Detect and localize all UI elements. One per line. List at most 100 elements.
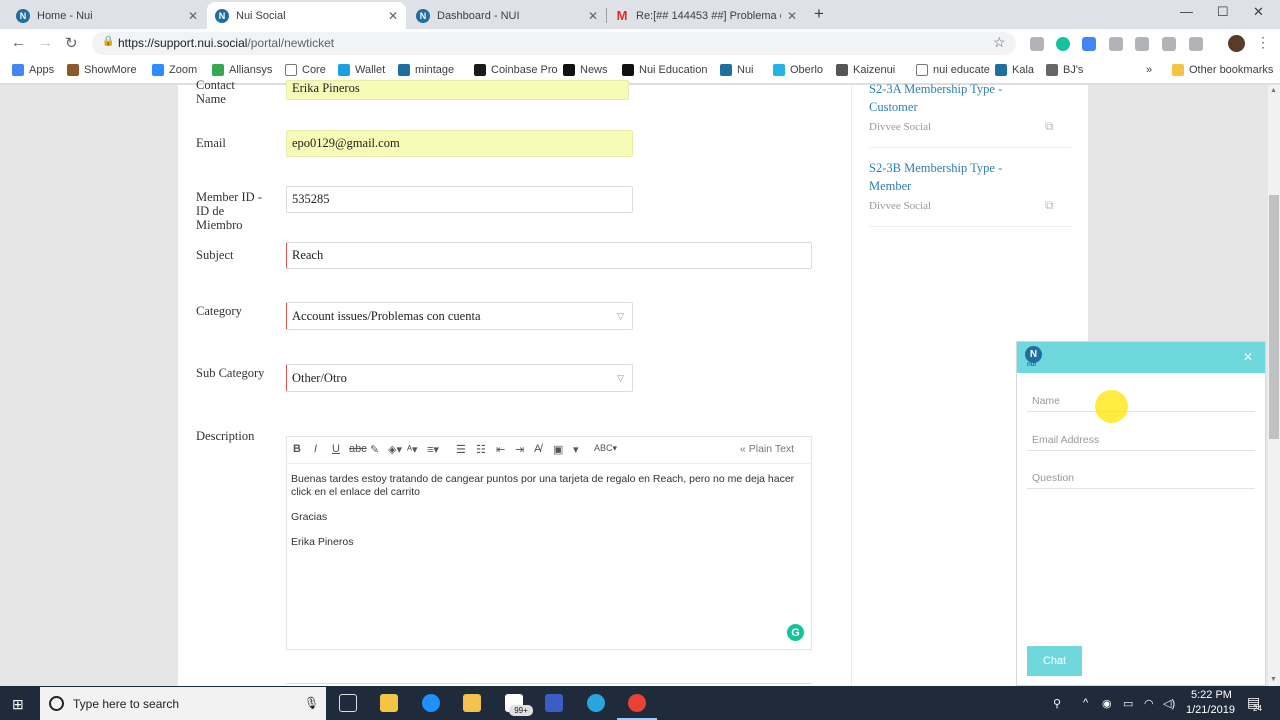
- text-color-icon[interactable]: ✎: [370, 443, 379, 456]
- bookmark-item[interactable]: Kaizenui: [836, 64, 895, 76]
- bookmark-item[interactable]: Apps: [12, 64, 54, 76]
- numbered-list-icon[interactable]: ☷: [476, 443, 486, 456]
- close-icon[interactable]: ✕: [1243, 350, 1253, 364]
- bookmark-item[interactable]: Core: [285, 64, 326, 76]
- bookmark-item[interactable]: nui educate: [916, 64, 990, 76]
- outdent-icon[interactable]: ⇤: [496, 443, 505, 456]
- strikethrough-icon[interactable]: abc: [349, 443, 367, 455]
- extension-icon[interactable]: [1109, 37, 1123, 51]
- extension-icon[interactable]: [1030, 37, 1044, 51]
- instagram-icon[interactable]: [545, 694, 563, 712]
- subcategory-select[interactable]: Other/Otro ▽: [286, 364, 633, 392]
- bookmark-item[interactable]: Alliansys: [212, 64, 272, 76]
- tab-gmail[interactable]: M Re:[## 144453 ##] Problema con ✕: [607, 2, 805, 29]
- email-field[interactable]: epo0129@gmail.com: [286, 130, 633, 157]
- category-select[interactable]: Account issues/Problemas con cuenta ▽: [286, 302, 633, 330]
- article-link[interactable]: S2-3B Membership Type - Member: [869, 159, 1029, 195]
- bookmark-item[interactable]: Wallet: [338, 64, 385, 76]
- bookmark-item[interactable]: Zoom: [152, 64, 197, 76]
- close-window-icon[interactable]: ✕: [1253, 4, 1264, 20]
- bulleted-list-icon[interactable]: ☰: [456, 443, 466, 456]
- close-tab-icon[interactable]: ✕: [388, 9, 398, 23]
- scroll-down-icon[interactable]: ▼: [1270, 676, 1277, 683]
- wifi-icon[interactable]: ◠: [1144, 697, 1154, 710]
- bookmark-item[interactable]: Nui: [720, 64, 754, 76]
- description-line: Erika Pineros: [291, 536, 354, 548]
- tab-dashboard-nui[interactable]: N Dashboard - NUI ✕: [408, 2, 606, 29]
- profile-avatar[interactable]: [1228, 35, 1245, 52]
- new-tab-button[interactable]: +: [814, 4, 824, 24]
- forward-icon[interactable]: →: [38, 34, 53, 51]
- font-size-icon[interactable]: ᴬ▾: [407, 443, 418, 456]
- bookmark-item[interactable]: Oberlo: [773, 64, 823, 76]
- clock-time[interactable]: 5:22 PM: [1191, 689, 1232, 701]
- article-link[interactable]: S2-3A Membership Type - Customer: [869, 80, 1029, 116]
- extension-icon[interactable]: [1162, 37, 1176, 51]
- people-icon[interactable]: ⚲: [1053, 697, 1061, 710]
- indent-icon[interactable]: ⇥: [515, 443, 524, 456]
- clock-date[interactable]: 1/21/2019: [1186, 704, 1235, 716]
- contact-name-field[interactable]: Erika Pineros: [286, 80, 629, 100]
- scroll-up-icon[interactable]: ▲: [1270, 87, 1277, 94]
- image-icon[interactable]: ▣: [553, 443, 563, 456]
- file-explorer-icon[interactable]: [463, 694, 481, 712]
- external-link-icon[interactable]: ⧉: [1045, 119, 1054, 134]
- spellcheck-icon[interactable]: ABC▾: [594, 443, 617, 454]
- subject-field[interactable]: Reach: [286, 242, 812, 269]
- more-options-icon[interactable]: ▾: [573, 443, 579, 456]
- bookmark-item[interactable]: Nui Education: [622, 64, 708, 76]
- extension-icon[interactable]: [1135, 37, 1149, 51]
- chat-button[interactable]: Chat: [1027, 646, 1082, 676]
- tab-home-nui[interactable]: N Home - Nui ✕: [8, 2, 206, 29]
- chrome-icon[interactable]: [628, 694, 646, 712]
- windows-start-icon[interactable]: ⊞: [12, 696, 24, 713]
- microphone-icon[interactable]: 🎙: [304, 696, 319, 710]
- task-view-icon[interactable]: [339, 694, 357, 712]
- underline-icon[interactable]: U: [332, 443, 340, 455]
- other-bookmarks-folder[interactable]: Other bookmarks: [1172, 64, 1273, 76]
- show-hidden-icons[interactable]: ^: [1083, 697, 1088, 709]
- external-link-icon[interactable]: ⧉: [1045, 198, 1054, 213]
- url-text[interactable]: https://support.nui.social/portal/newtic…: [118, 36, 334, 50]
- close-tab-icon[interactable]: ✕: [588, 9, 598, 23]
- chat-question-input[interactable]: [1027, 467, 1255, 489]
- lock-icon[interactable]: 🔒: [102, 36, 114, 47]
- reload-icon[interactable]: ↻: [65, 34, 78, 52]
- maximize-icon[interactable]: ☐: [1217, 4, 1229, 20]
- scrollbar-thumb[interactable]: [1269, 195, 1279, 439]
- bookmark-item[interactable]: News: [563, 64, 608, 76]
- extension-icon[interactable]: [1189, 37, 1203, 51]
- store-icon[interactable]: [380, 694, 398, 712]
- bookmark-star-icon[interactable]: ☆: [993, 34, 1006, 51]
- chat-name-input[interactable]: [1027, 390, 1255, 412]
- clear-format-icon[interactable]: A̸: [534, 443, 541, 455]
- bookmarks-overflow-button[interactable]: »: [1146, 64, 1152, 76]
- close-tab-icon[interactable]: ✕: [188, 9, 198, 23]
- cortana-icon: [49, 696, 64, 711]
- edge-icon[interactable]: [422, 694, 440, 712]
- italic-icon[interactable]: I: [314, 443, 317, 455]
- battery-icon[interactable]: ▭: [1123, 697, 1133, 710]
- align-icon[interactable]: ≡▾: [427, 443, 439, 456]
- antivirus-icon[interactable]: ◉: [1102, 697, 1112, 710]
- bookmark-item[interactable]: BJ's: [1046, 64, 1083, 76]
- close-tab-icon[interactable]: ✕: [787, 9, 797, 23]
- bold-icon[interactable]: B: [293, 443, 301, 455]
- minimize-icon[interactable]: —: [1180, 4, 1193, 19]
- bookmark-item[interactable]: ShowMore: [67, 64, 137, 76]
- telegram-icon[interactable]: [587, 694, 605, 712]
- bookmark-item[interactable]: mintage: [398, 64, 454, 76]
- more-menu-icon[interactable]: ⋮: [1256, 34, 1270, 51]
- back-icon[interactable]: ←: [11, 34, 26, 51]
- member-id-field[interactable]: 535285: [286, 186, 633, 213]
- bookmark-item[interactable]: Kala: [995, 64, 1034, 76]
- bookmark-item[interactable]: Coinbase Pro: [474, 64, 558, 76]
- fill-color-icon[interactable]: ◈▾: [388, 443, 402, 456]
- plain-text-toggle[interactable]: « Plain Text: [740, 443, 794, 455]
- translate-extension-icon[interactable]: [1082, 37, 1096, 51]
- grammarly-extension-icon[interactable]: [1056, 37, 1070, 51]
- tab-nui-social[interactable]: N Nui Social ✕: [207, 2, 406, 29]
- volume-icon[interactable]: ◁): [1163, 697, 1175, 710]
- grammarly-icon[interactable]: G: [787, 624, 804, 641]
- chat-email-input[interactable]: [1027, 429, 1255, 451]
